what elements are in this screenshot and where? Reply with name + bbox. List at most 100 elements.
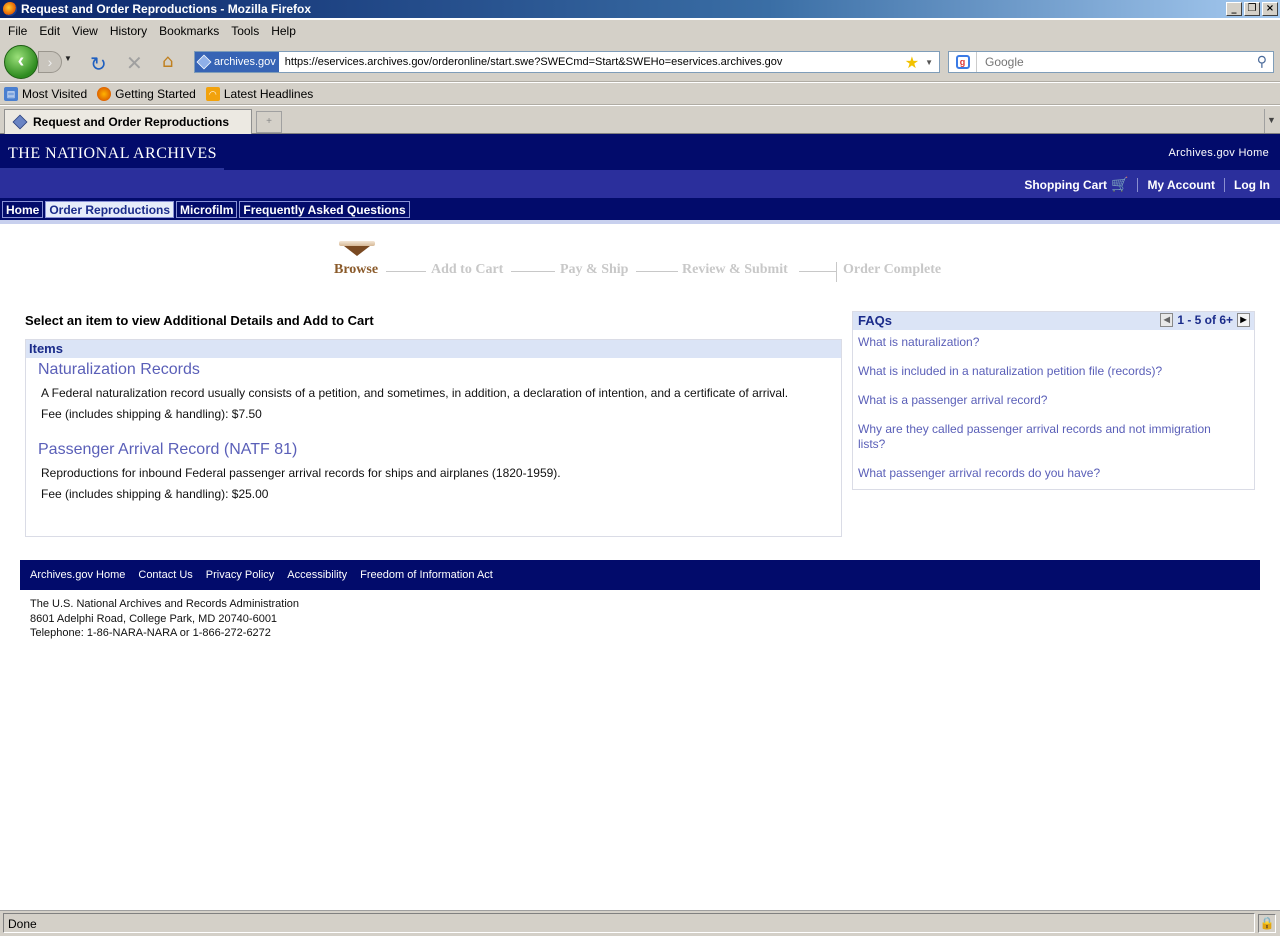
search-icon[interactable]: ⚲ <box>1257 54 1267 70</box>
faq-link[interactable]: Why are they called passenger arrival re… <box>858 422 1238 452</box>
menu-bookmarks-label: Bookmarks <box>159 24 220 38</box>
faq-pager: ◀ 1 - 5 of 6+ ▶ <box>1160 313 1250 327</box>
faq-link[interactable]: What passenger arrival records do you ha… <box>858 466 1238 481</box>
url-dropdown-icon[interactable]: ▼ <box>925 58 933 67</box>
menu-tools-label: Tools <box>231 24 260 38</box>
faq-pager-count: 1 - 5 of 6+ <box>1177 313 1233 327</box>
menu-view-label: View <box>72 24 98 38</box>
forward-button[interactable]: › <box>38 51 62 73</box>
stop-icon[interactable]: ✕ <box>126 51 143 75</box>
reload-icon[interactable]: ↻ <box>90 52 107 76</box>
lock-icon[interactable]: 🔒 <box>1258 914 1276 933</box>
nav-divider <box>0 220 1280 224</box>
google-icon: g <box>955 55 970 69</box>
item-fee: Fee (includes shipping & handling): $25.… <box>41 487 269 501</box>
minimize-button[interactable]: _ <box>1226 2 1242 16</box>
new-tab-button[interactable]: + <box>256 111 282 133</box>
current-step-arrow-icon <box>344 246 370 256</box>
item-naturalization-records-link[interactable]: Naturalization Records <box>38 361 200 379</box>
home-icon[interactable]: ⌂ <box>162 51 173 72</box>
item-passenger-arrival-record-link[interactable]: Passenger Arrival Record (NATF 81) <box>38 441 297 459</box>
bookmark-star-icon[interactable]: ★ <box>905 53 919 72</box>
back-button[interactable]: ‹ <box>4 45 38 79</box>
faq-link[interactable]: What is a passenger arrival record? <box>858 393 1238 408</box>
menu-view[interactable]: View <box>66 24 104 38</box>
window-controls: _ ❐ × <box>1226 2 1278 16</box>
primary-nav: Home Order Reproductions Microfilm Frequ… <box>0 198 1280 220</box>
status-text: Done <box>3 913 1255 933</box>
window-title-bar: Request and Order Reproductions - Mozill… <box>0 0 1280 18</box>
maximize-button[interactable]: ❐ <box>1244 2 1260 16</box>
step-connector <box>511 271 555 272</box>
my-account-link[interactable]: My Account <box>1147 178 1215 192</box>
menu-bar: File Edit View History Bookmarks Tools H… <box>0 20 1280 42</box>
footer-archives-home-link[interactable]: Archives.gov Home <box>30 569 125 581</box>
item-fee: Fee (includes shipping & handling): $7.5… <box>41 407 262 421</box>
address-line: 8601 Adelphi Road, College Park, MD 2074… <box>30 612 278 625</box>
menu-edit-label: Edit <box>39 24 61 38</box>
previous-page-icon[interactable]: ◀ <box>1160 313 1174 327</box>
firefox-icon <box>3 2 17 16</box>
faq-link[interactable]: What is naturalization? <box>858 335 1238 350</box>
nav-microfilm[interactable]: Microfilm <box>176 201 238 218</box>
step-connector <box>636 271 678 272</box>
site-favicon-icon <box>12 114 28 130</box>
rss-icon: ◠ <box>205 86 220 101</box>
footer-accessibility-link[interactable]: Accessibility <box>287 569 347 581</box>
faq-title: FAQs <box>858 313 892 328</box>
menu-tools[interactable]: Tools <box>225 24 265 38</box>
bookmark-label: Latest Headlines <box>223 86 314 101</box>
menu-history-label: History <box>109 24 148 38</box>
history-dropdown-icon[interactable]: ▼ <box>64 54 72 63</box>
separator <box>1224 178 1225 192</box>
site-identity-button[interactable]: archives.gov <box>195 52 279 72</box>
status-bar: Done 🔒 <box>0 910 1280 936</box>
search-engine-button[interactable]: g <box>949 52 977 72</box>
tab-request-and-order-reproductions[interactable]: Request and Order Reproductions <box>4 109 252 134</box>
separator <box>1137 178 1139 192</box>
step-add-to-cart: Add to Cart <box>431 262 504 277</box>
firefox-icon <box>97 86 112 101</box>
site-identity-label: archives.gov <box>214 56 276 68</box>
nav-faq[interactable]: Frequently Asked Questions <box>239 201 410 218</box>
address-line: The U.S. National Archives and Records A… <box>30 598 300 610</box>
menu-bookmarks[interactable]: Bookmarks <box>153 24 225 38</box>
nav-order-reproductions[interactable]: Order Reproductions <box>45 201 175 218</box>
close-button[interactable]: × <box>1262 2 1278 16</box>
nav-home[interactable]: Home <box>2 201 44 218</box>
utility-bar: Shopping Cart 🛒 My Account Log In <box>0 170 1280 198</box>
menu-file[interactable]: File <box>2 24 33 38</box>
bookmarks-toolbar: ▤ Most Visited Getting Started ◠ Latest … <box>0 83 1280 105</box>
address-bar[interactable]: archives.gov https://eservices.archives.… <box>194 51 940 73</box>
bookmark-most-visited[interactable]: ▤ Most Visited <box>4 86 87 101</box>
step-browse: Browse <box>334 262 379 277</box>
footer-foia-link[interactable]: Freedom of Information Act <box>360 569 493 581</box>
log-in-link[interactable]: Log In <box>1234 178 1270 192</box>
faq-panel: FAQs ◀ 1 - 5 of 6+ ▶ What is naturalizat… <box>852 311 1255 490</box>
url-text[interactable]: https://eservices.archives.gov/orderonli… <box>279 56 905 68</box>
menu-help[interactable]: Help <box>265 24 302 38</box>
next-page-icon[interactable]: ▶ <box>1237 313 1250 327</box>
footer-privacy-policy-link[interactable]: Privacy Policy <box>206 569 274 581</box>
archives-home-link[interactable]: Archives.gov Home <box>1169 147 1269 159</box>
tab-title: Request and Order Reproductions <box>33 115 230 129</box>
bookmark-getting-started[interactable]: Getting Started <box>97 86 196 101</box>
search-input[interactable] <box>977 55 1257 69</box>
bookmark-label: Getting Started <box>115 86 196 101</box>
window-title: Request and Order Reproductions - Mozill… <box>21 2 312 16</box>
faq-link[interactable]: What is included in a naturalization pet… <box>858 364 1238 379</box>
footer-address: The U.S. National Archives and Records A… <box>30 597 299 641</box>
tab-list-button[interactable]: ▼ <box>1264 109 1278 133</box>
menu-history[interactable]: History <box>104 24 153 38</box>
menu-edit[interactable]: Edit <box>33 24 66 38</box>
shopping-cart-icon: 🛒 <box>1111 177 1129 193</box>
most-visited-icon: ▤ <box>4 86 18 101</box>
item-description: Reproductions for inbound Federal passen… <box>41 466 561 480</box>
shopping-cart-link[interactable]: Shopping Cart 🛒 <box>1024 177 1128 193</box>
address-line: Telephone: 1-86-NARA-NARA or 1-866-272-6… <box>30 627 271 639</box>
national-archives-logo[interactable]: THE NATIONAL ARCHIVES <box>0 134 224 170</box>
items-header: Items <box>26 340 841 358</box>
bookmark-latest-headlines[interactable]: ◠ Latest Headlines <box>205 86 314 101</box>
footer-contact-us-link[interactable]: Contact Us <box>138 569 192 581</box>
step-review-submit: Review & Submit <box>682 262 788 277</box>
